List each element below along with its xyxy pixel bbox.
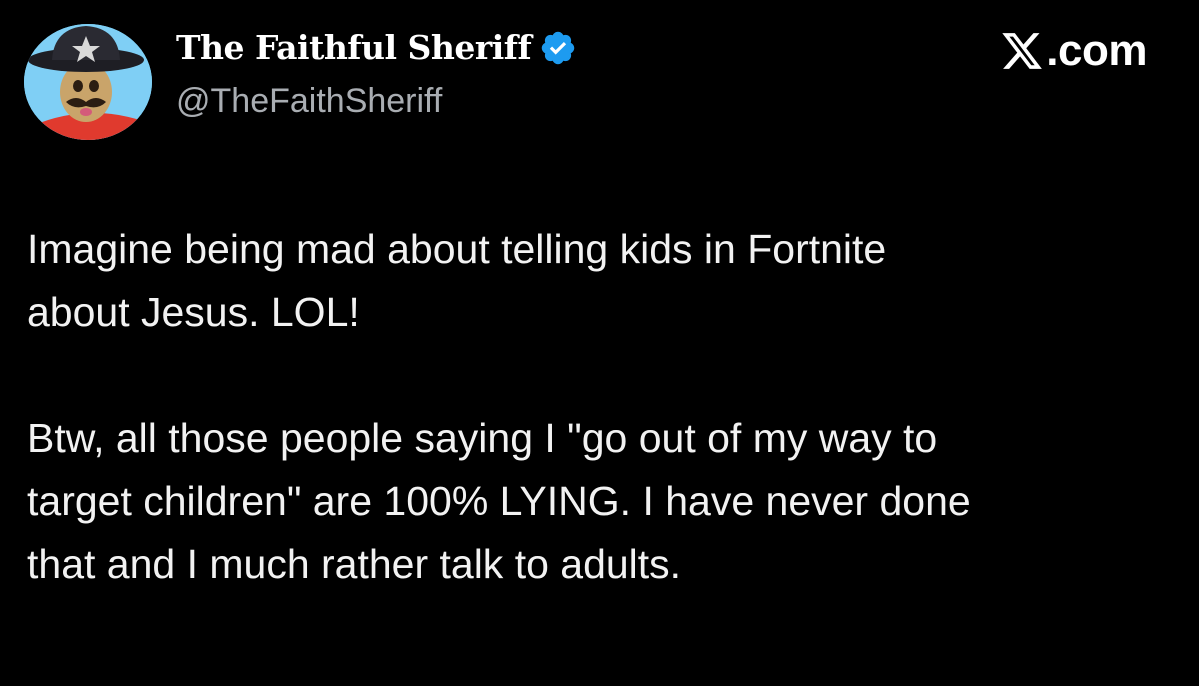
author-header: The Faithful Sheriff — [176, 28, 577, 67]
tweet-text: Imagine being mad about telling kids in … — [27, 218, 1177, 596]
avatar[interactable] — [22, 22, 154, 142]
x-logo-icon — [1000, 29, 1044, 73]
verified-badge-icon[interactable] — [539, 29, 577, 67]
tweet-paragraph: Btw, all those people saying I "go out o… — [27, 415, 971, 587]
author-handle[interactable]: @TheFaithSheriff — [176, 82, 442, 121]
sheriff-avatar-icon — [24, 24, 152, 140]
brand-mark: .com — [1000, 26, 1147, 76]
tweet-card: The Faithful Sheriff @TheFaithSheriff .c… — [0, 0, 1199, 686]
author-display-name[interactable]: The Faithful Sheriff — [176, 28, 532, 67]
tweet-paragraph: Imagine being mad about telling kids in … — [27, 226, 887, 335]
brand-domain-label: .com — [1046, 26, 1147, 75]
